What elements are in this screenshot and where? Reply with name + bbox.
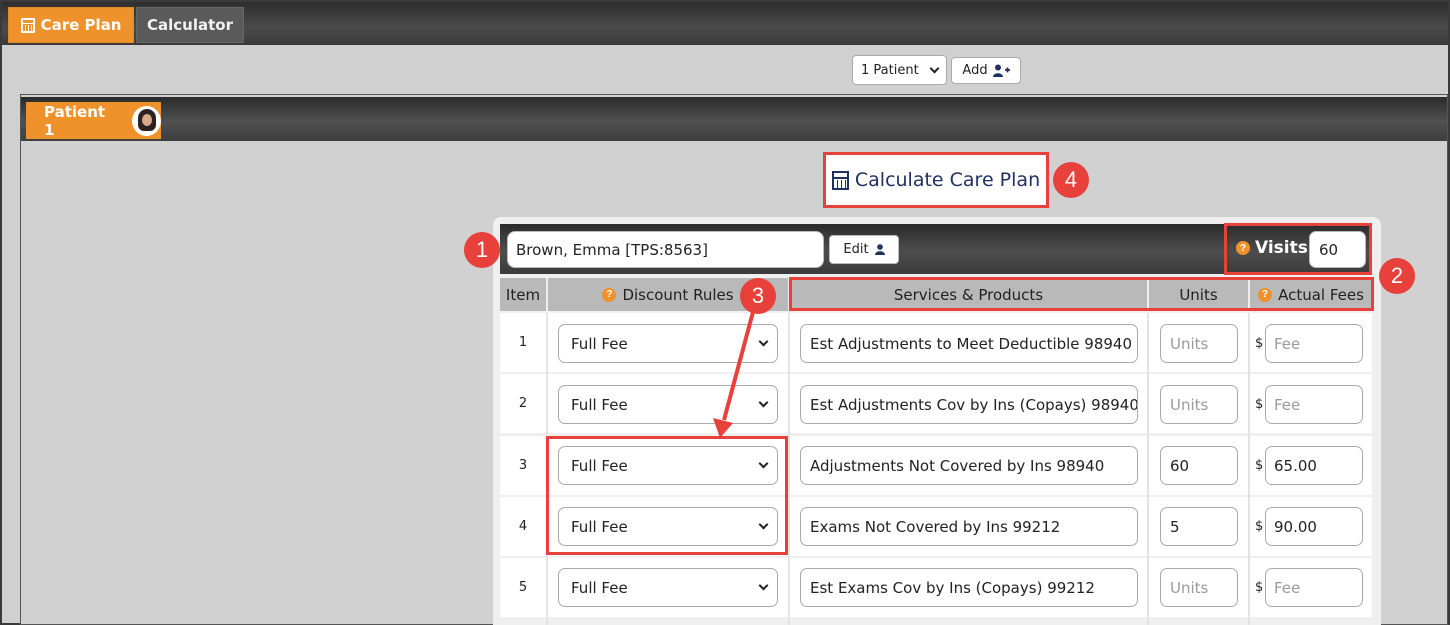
callout-box-visits	[1224, 223, 1372, 275]
calculator-icon	[831, 170, 849, 190]
callout-badge-3: 3	[740, 278, 776, 314]
avatar	[132, 105, 161, 136]
units-placeholder: Units	[1170, 334, 1209, 353]
calculate-care-plan-button[interactable]: Calculate Care Plan	[823, 152, 1049, 208]
currency-symbol: $	[1255, 580, 1264, 595]
service-field[interactable]: Adjustments Not Covered by Ins 98940	[800, 446, 1138, 485]
service-field[interactable]: Est Adjustments Cov by Ins (Copays) 9894…	[800, 385, 1138, 424]
patient-name-field[interactable]: Brown, Emma [TPS:8563]	[507, 231, 824, 268]
currency-symbol: $	[1255, 397, 1264, 412]
user-icon	[874, 244, 885, 255]
chevron-down-icon	[758, 397, 769, 408]
chevron-down-icon	[758, 336, 769, 347]
callout-badge-4: 4	[1053, 162, 1089, 198]
user-plus-icon	[992, 64, 1010, 77]
item-number: 2	[518, 396, 528, 411]
item-number: 1	[518, 335, 528, 350]
calculator-icon	[20, 17, 35, 33]
units-field[interactable]: 5	[1160, 507, 1238, 546]
fee-field[interactable]: 90.00	[1265, 507, 1363, 546]
edit-patient-button[interactable]: Edit	[829, 235, 899, 264]
service-value: Est Adjustments to Meet Deductible 98940…	[810, 334, 1138, 353]
patient-count-select[interactable]: 1 Patient	[852, 55, 947, 85]
fee-field[interactable]: Fee	[1265, 324, 1363, 363]
callout-box-discount-rules	[546, 436, 788, 555]
fee-value: 90.00	[1274, 517, 1317, 536]
tab-patient-1[interactable]: Patient 1	[26, 102, 161, 139]
item-number: 5	[518, 580, 528, 595]
units-field[interactable]: 60	[1160, 446, 1238, 485]
service-field[interactable]: Est Adjustments to Meet Deductible 98940…	[800, 324, 1138, 363]
callout-badge-1: 1	[464, 232, 500, 268]
callout-box-services	[789, 277, 1374, 311]
tab-care-plan[interactable]: Care Plan	[8, 7, 134, 43]
patient-name-value: Brown, Emma [TPS:8563]	[516, 240, 708, 259]
calculate-button-label: Calculate Care Plan	[854, 169, 1041, 191]
service-value: Est Exams Cov by Ins (Copays) 99212	[810, 578, 1095, 597]
add-patient-button[interactable]: Add	[951, 57, 1021, 84]
column-divider	[788, 313, 790, 625]
edit-button-label: Edit	[843, 242, 869, 257]
fee-field[interactable]: Fee	[1265, 385, 1363, 424]
fee-placeholder: Fee	[1274, 578, 1301, 597]
units-value: 5	[1170, 517, 1180, 536]
units-field[interactable]: Units	[1160, 324, 1238, 363]
column-header-item: Item	[500, 278, 546, 311]
help-icon[interactable]: ?	[602, 287, 617, 302]
fee-field[interactable]: Fee	[1265, 568, 1363, 607]
column-header-label: Item	[505, 285, 541, 304]
currency-symbol: $	[1255, 336, 1264, 351]
chevron-down-icon	[929, 63, 940, 73]
chevron-down-icon	[758, 580, 769, 591]
discount-rule-value: Full Fee	[571, 395, 628, 414]
units-placeholder: Units	[1170, 578, 1209, 597]
service-field[interactable]: Exams Not Covered by Ins 99212	[800, 507, 1138, 546]
discount-rule-select[interactable]: Full Fee	[558, 385, 778, 424]
column-divider	[1248, 313, 1250, 625]
item-number: 3	[518, 458, 528, 473]
add-button-label: Add	[962, 63, 988, 78]
discount-rule-value: Full Fee	[571, 334, 628, 353]
patient-count-value: 1 Patient	[861, 62, 919, 78]
currency-symbol: $	[1255, 519, 1264, 534]
discount-rule-select[interactable]: Full Fee	[558, 324, 778, 363]
patient-tab-label: Patient 1	[44, 102, 106, 139]
discount-rule-select[interactable]: Full Fee	[558, 568, 778, 607]
units-field[interactable]: Units	[1160, 385, 1238, 424]
column-header-label: Discount Rules	[622, 285, 734, 304]
service-value: Exams Not Covered by Ins 99212	[810, 517, 1061, 536]
tab-calculator[interactable]: Calculator	[136, 7, 244, 43]
units-value: 60	[1170, 456, 1190, 475]
callout-badge-2: 2	[1379, 258, 1415, 294]
tab-label: Care Plan	[40, 16, 122, 34]
fee-field[interactable]: 65.00	[1265, 446, 1363, 485]
service-value: Est Adjustments Cov by Ins (Copays) 9894…	[810, 395, 1138, 414]
item-number: 4	[518, 519, 528, 534]
discount-rule-value: Full Fee	[571, 578, 628, 597]
fee-value: 65.00	[1274, 456, 1317, 475]
tab-label: Calculator	[147, 16, 233, 34]
column-divider	[1147, 313, 1149, 625]
currency-symbol: $	[1255, 458, 1264, 473]
fee-placeholder: Fee	[1274, 395, 1301, 414]
units-placeholder: Units	[1170, 395, 1209, 414]
service-value: Adjustments Not Covered by Ins 98940	[810, 456, 1105, 475]
patient-tab-bar	[21, 97, 1447, 141]
fee-placeholder: Fee	[1274, 334, 1301, 353]
service-field[interactable]: Est Exams Cov by Ins (Copays) 99212	[800, 568, 1138, 607]
units-field[interactable]: Units	[1160, 568, 1238, 607]
